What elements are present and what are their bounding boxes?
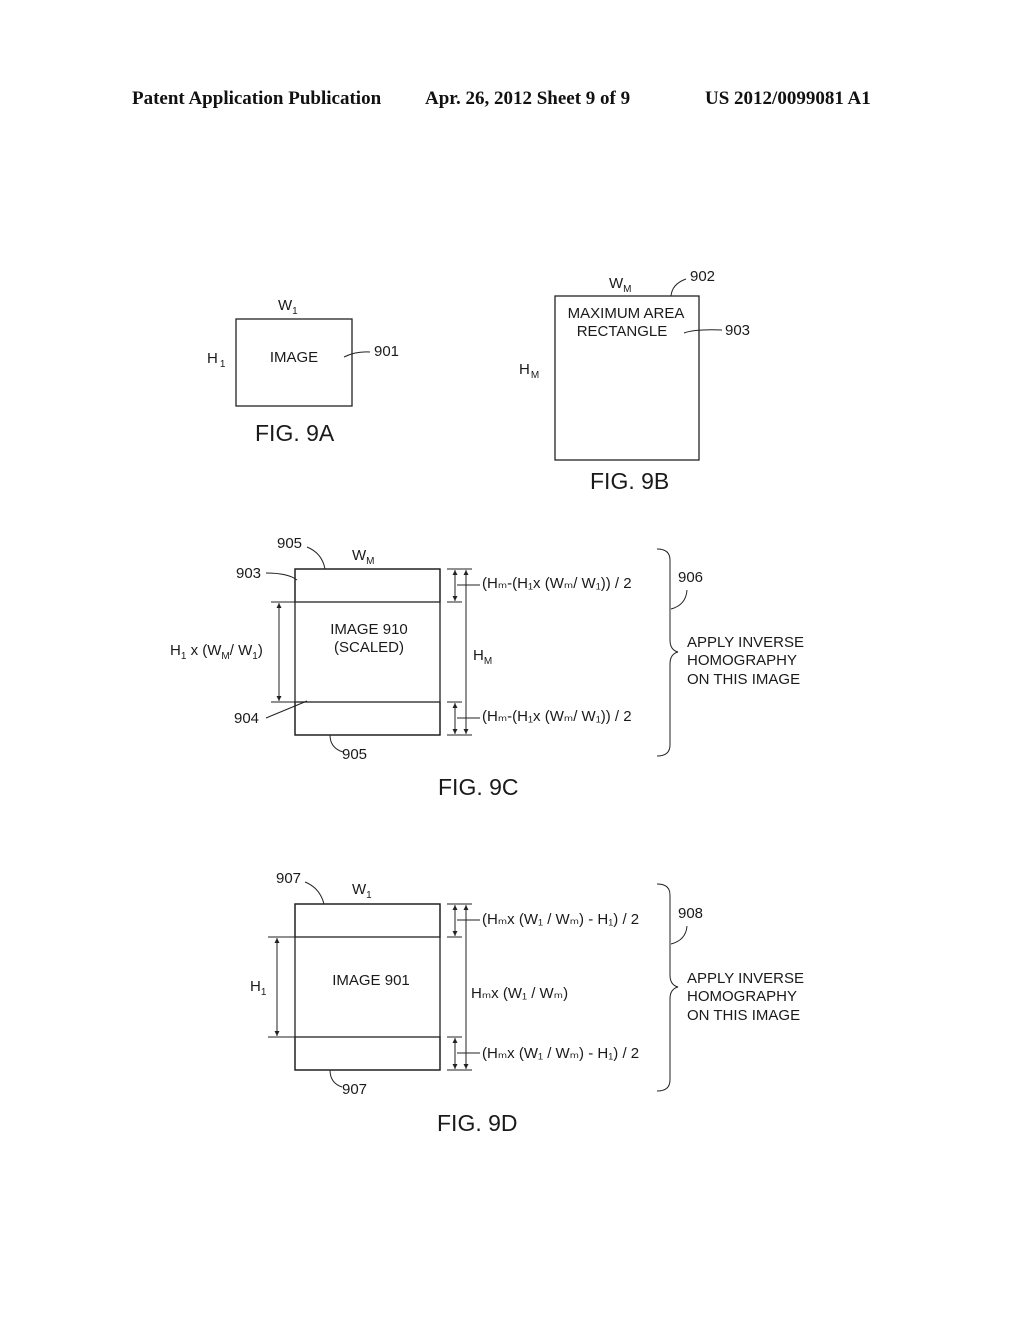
brace-text-1: APPLY INVERSE [687,634,804,651]
ref-906: 906 [678,569,703,586]
top-gap-formula: (Hₘx (W₁ / Wₘ) - H₁) / 2 [482,911,639,928]
leader-903 [265,572,298,581]
box-label-line1: MAXIMUM AREA [568,305,685,322]
left-dim-label: H1 x (WM/ W1) [170,642,263,662]
leader-908 [670,925,688,945]
leader-907-bottom [329,1069,343,1088]
brace-text-3: ON THIS IMAGE [687,1007,800,1024]
leader-906 [670,589,688,610]
width-label: W1 [352,881,372,901]
leader-905-top [306,546,326,570]
leader-907-top [304,881,325,905]
fig-9c: WM 905 903 904 905 IMAGE 910 (SCALED) H1… [170,535,804,800]
leader-line-902 [670,278,687,297]
brace-text-3: ON THIS IMAGE [687,671,800,688]
hatch-bottom [294,1036,441,1071]
hm-dim-label: HM [473,647,492,667]
height-label: H1 [207,350,226,370]
fig-caption: FIG. 9C [438,774,519,800]
image-label: IMAGE [270,349,318,366]
ref-905-bottom: 905 [342,746,367,763]
leader-904 [265,700,308,719]
top-gap-formula: (Hₘ-(H₁x (Wₘ/ W₁)) / 2 [482,575,632,592]
fig-caption: FIG. 9A [255,420,335,446]
hatch-top [294,903,441,938]
brace [656,548,679,757]
ref-907-top: 907 [276,870,301,887]
width-label: WM [609,275,632,295]
ref-902: 902 [690,268,715,285]
ref-908: 908 [678,905,703,922]
patent-drawing: W1 H1 IMAGE 901 FIG. 9A WM 902 MAXIMUM A… [170,268,804,1136]
image-label-line1: IMAGE 910 [330,621,408,638]
height-dim-label: Hₘx (W₁ / Wₘ) [471,985,568,1002]
bottom-gap-formula: (Hₘx (W₁ / Wₘ) - H₁) / 2 [482,1045,639,1062]
ref-907-bottom: 907 [342,1081,367,1098]
fig-9b: WM 902 MAXIMUM AREA RECTANGLE 903 HM FIG… [519,268,750,494]
leader-line-903 [683,329,723,334]
ref-903: 903 [236,565,261,582]
width-label: WM [352,547,375,567]
image-label-line2: (SCALED) [334,639,404,656]
ref-903: 903 [725,322,750,339]
height-label: HM [519,361,539,381]
brace-text-2: HOMOGRAPHY [687,988,797,1005]
image-label: IMAGE 901 [332,972,410,989]
ref-904: 904 [234,710,259,727]
fig-9d: W1 907 907 IMAGE 901 H1 (Hₘx (W₁ / Wₘ) -… [250,870,804,1136]
ref-905-top: 905 [277,535,302,552]
brace-text-1: APPLY INVERSE [687,970,804,987]
brace-text-2: HOMOGRAPHY [687,652,797,669]
box-label-line2: RECTANGLE [577,323,668,340]
fig-9a: W1 H1 IMAGE 901 FIG. 9A [207,297,399,446]
hatch-bottom [294,701,441,736]
left-dim-label: H1 [250,978,267,998]
ref-901: 901 [374,343,399,360]
brace [656,883,679,1092]
fig-caption: FIG. 9D [437,1110,518,1136]
width-label: W1 [278,297,298,317]
bottom-gap-formula: (Hₘ-(H₁x (Wₘ/ W₁)) / 2 [482,708,632,725]
hatch-top [294,568,441,603]
leader-line [343,351,371,358]
fig-caption: FIG. 9B [590,468,669,494]
